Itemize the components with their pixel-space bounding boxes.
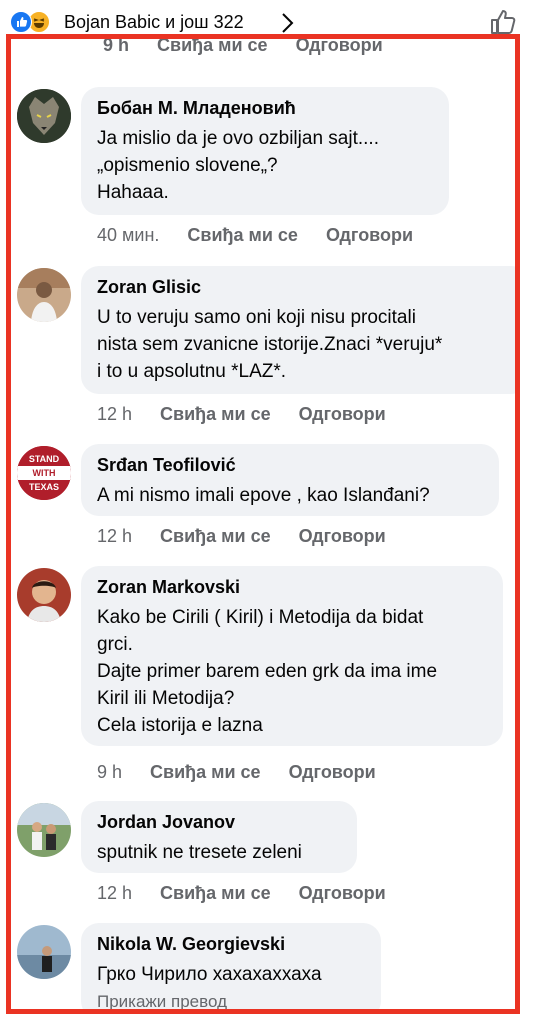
like-comment-button[interactable]: Свиђа ми се	[160, 883, 271, 904]
comment-bubble: Zoran Glisic U to veruju samo oni koji n…	[81, 266, 515, 394]
comment-actions: 12 h Свиђа ми се Одговори	[97, 404, 386, 425]
comment-time: 12 h	[97, 526, 133, 546]
like-comment-button[interactable]: Свиђа ми се	[160, 526, 271, 547]
comment-bubble: Nikola W. Georgievski Грко Чирило хахаха…	[81, 923, 381, 1009]
comment-author[interactable]: Srđan Teofilović	[97, 454, 483, 476]
comment-actions: 12 h Свиђа ми се Одговори	[97, 883, 386, 904]
comments-frame: 9 h Свиђа ми се Одговори Бобан М. Младен…	[6, 34, 520, 1014]
comment-text: Ja mislio da je ovo ozbiljan sajt.... „o…	[97, 128, 379, 203]
svg-text:STAND: STAND	[29, 454, 60, 464]
reply-button[interactable]: Одговори	[299, 526, 386, 547]
see-translation-link[interactable]: Прикажи превод	[97, 990, 365, 1009]
avatar[interactable]	[17, 803, 71, 857]
comment-text: Kako be Cirili ( Kiril) i Metodija da bi…	[97, 607, 438, 736]
like-comment-button[interactable]: Свиђа ми се	[187, 225, 298, 246]
comment-text: Грко Чирило хахахаххаха	[97, 964, 322, 985]
comment-bubble: Zoran Markovski Kako be Cirili ( Kiril) …	[81, 566, 503, 746]
svg-text:WITH: WITH	[33, 468, 56, 478]
svg-text:TEXAS: TEXAS	[29, 482, 59, 492]
comment-actions: 40 мин. Свиђа ми се Одговори	[97, 225, 413, 246]
comment-bubble: Бобан М. Младеновић Ja mislio da je ovo …	[81, 87, 449, 215]
comment-time: 12 h	[97, 883, 133, 903]
avatar[interactable]: STAND WITH TEXAS	[17, 446, 71, 500]
comment-author[interactable]: Бобан М. Младеновић	[97, 97, 433, 119]
reply-button[interactable]: Одговори	[299, 404, 386, 425]
reaction-icons	[10, 11, 60, 33]
comment-time: 12 h	[97, 404, 133, 424]
reply-button[interactable]: Одговори	[326, 225, 413, 246]
comment-time: 40 мин.	[97, 225, 160, 245]
reply-button[interactable]: Одговори	[299, 883, 386, 904]
comment-author[interactable]: Nikola W. Georgievski	[97, 933, 365, 955]
like-comment-button[interactable]: Свиђа ми се	[150, 762, 261, 783]
comment-text: A mi nismo imali epove , kao Islanđani?	[97, 485, 430, 506]
avatar[interactable]	[17, 925, 71, 979]
comment-bubble: Jordan Jovanov sputnik ne tresete zeleni	[81, 801, 357, 873]
like-comment-button[interactable]: Свиђа ми се	[157, 39, 268, 56]
chevron-right-icon[interactable]	[280, 12, 294, 34]
avatar[interactable]	[17, 89, 71, 143]
comment-author[interactable]: Zoran Markovski	[97, 576, 487, 598]
stand-with-texas-logo: STAND WITH TEXAS	[17, 446, 71, 500]
like-comment-button[interactable]: Свиђа ми се	[160, 404, 271, 425]
comment-actions: 12 h Свиђа ми се Одговори	[97, 526, 386, 547]
comment-time: 9 h	[97, 762, 123, 782]
comment-bubble: Srđan Teofilović A mi nismo imali epove …	[81, 444, 499, 516]
cut-off-comment-actions: 9 h Свиђа ми се Одговори	[103, 35, 383, 56]
comment-actions: 9 h Свиђа ми се Одговори	[97, 762, 376, 783]
like-reaction-icon	[10, 11, 32, 33]
avatar[interactable]	[17, 268, 71, 322]
comment-author[interactable]: Jordan Jovanov	[97, 811, 341, 833]
thumbs-up-icon[interactable]	[488, 7, 518, 37]
comment-text: sputnik ne tresete zeleni	[97, 842, 302, 863]
reply-button[interactable]: Одговори	[289, 762, 376, 783]
comment-time: 9 h	[103, 35, 130, 55]
comment-text: U to veruju samo oni koji nisu procitali…	[97, 307, 443, 382]
avatar[interactable]	[17, 568, 71, 622]
comment-author[interactable]: Zoran Glisic	[97, 276, 513, 298]
reply-button[interactable]: Одговори	[296, 39, 383, 56]
reactors-summary[interactable]: Bojan Babic и још 322	[64, 12, 244, 33]
